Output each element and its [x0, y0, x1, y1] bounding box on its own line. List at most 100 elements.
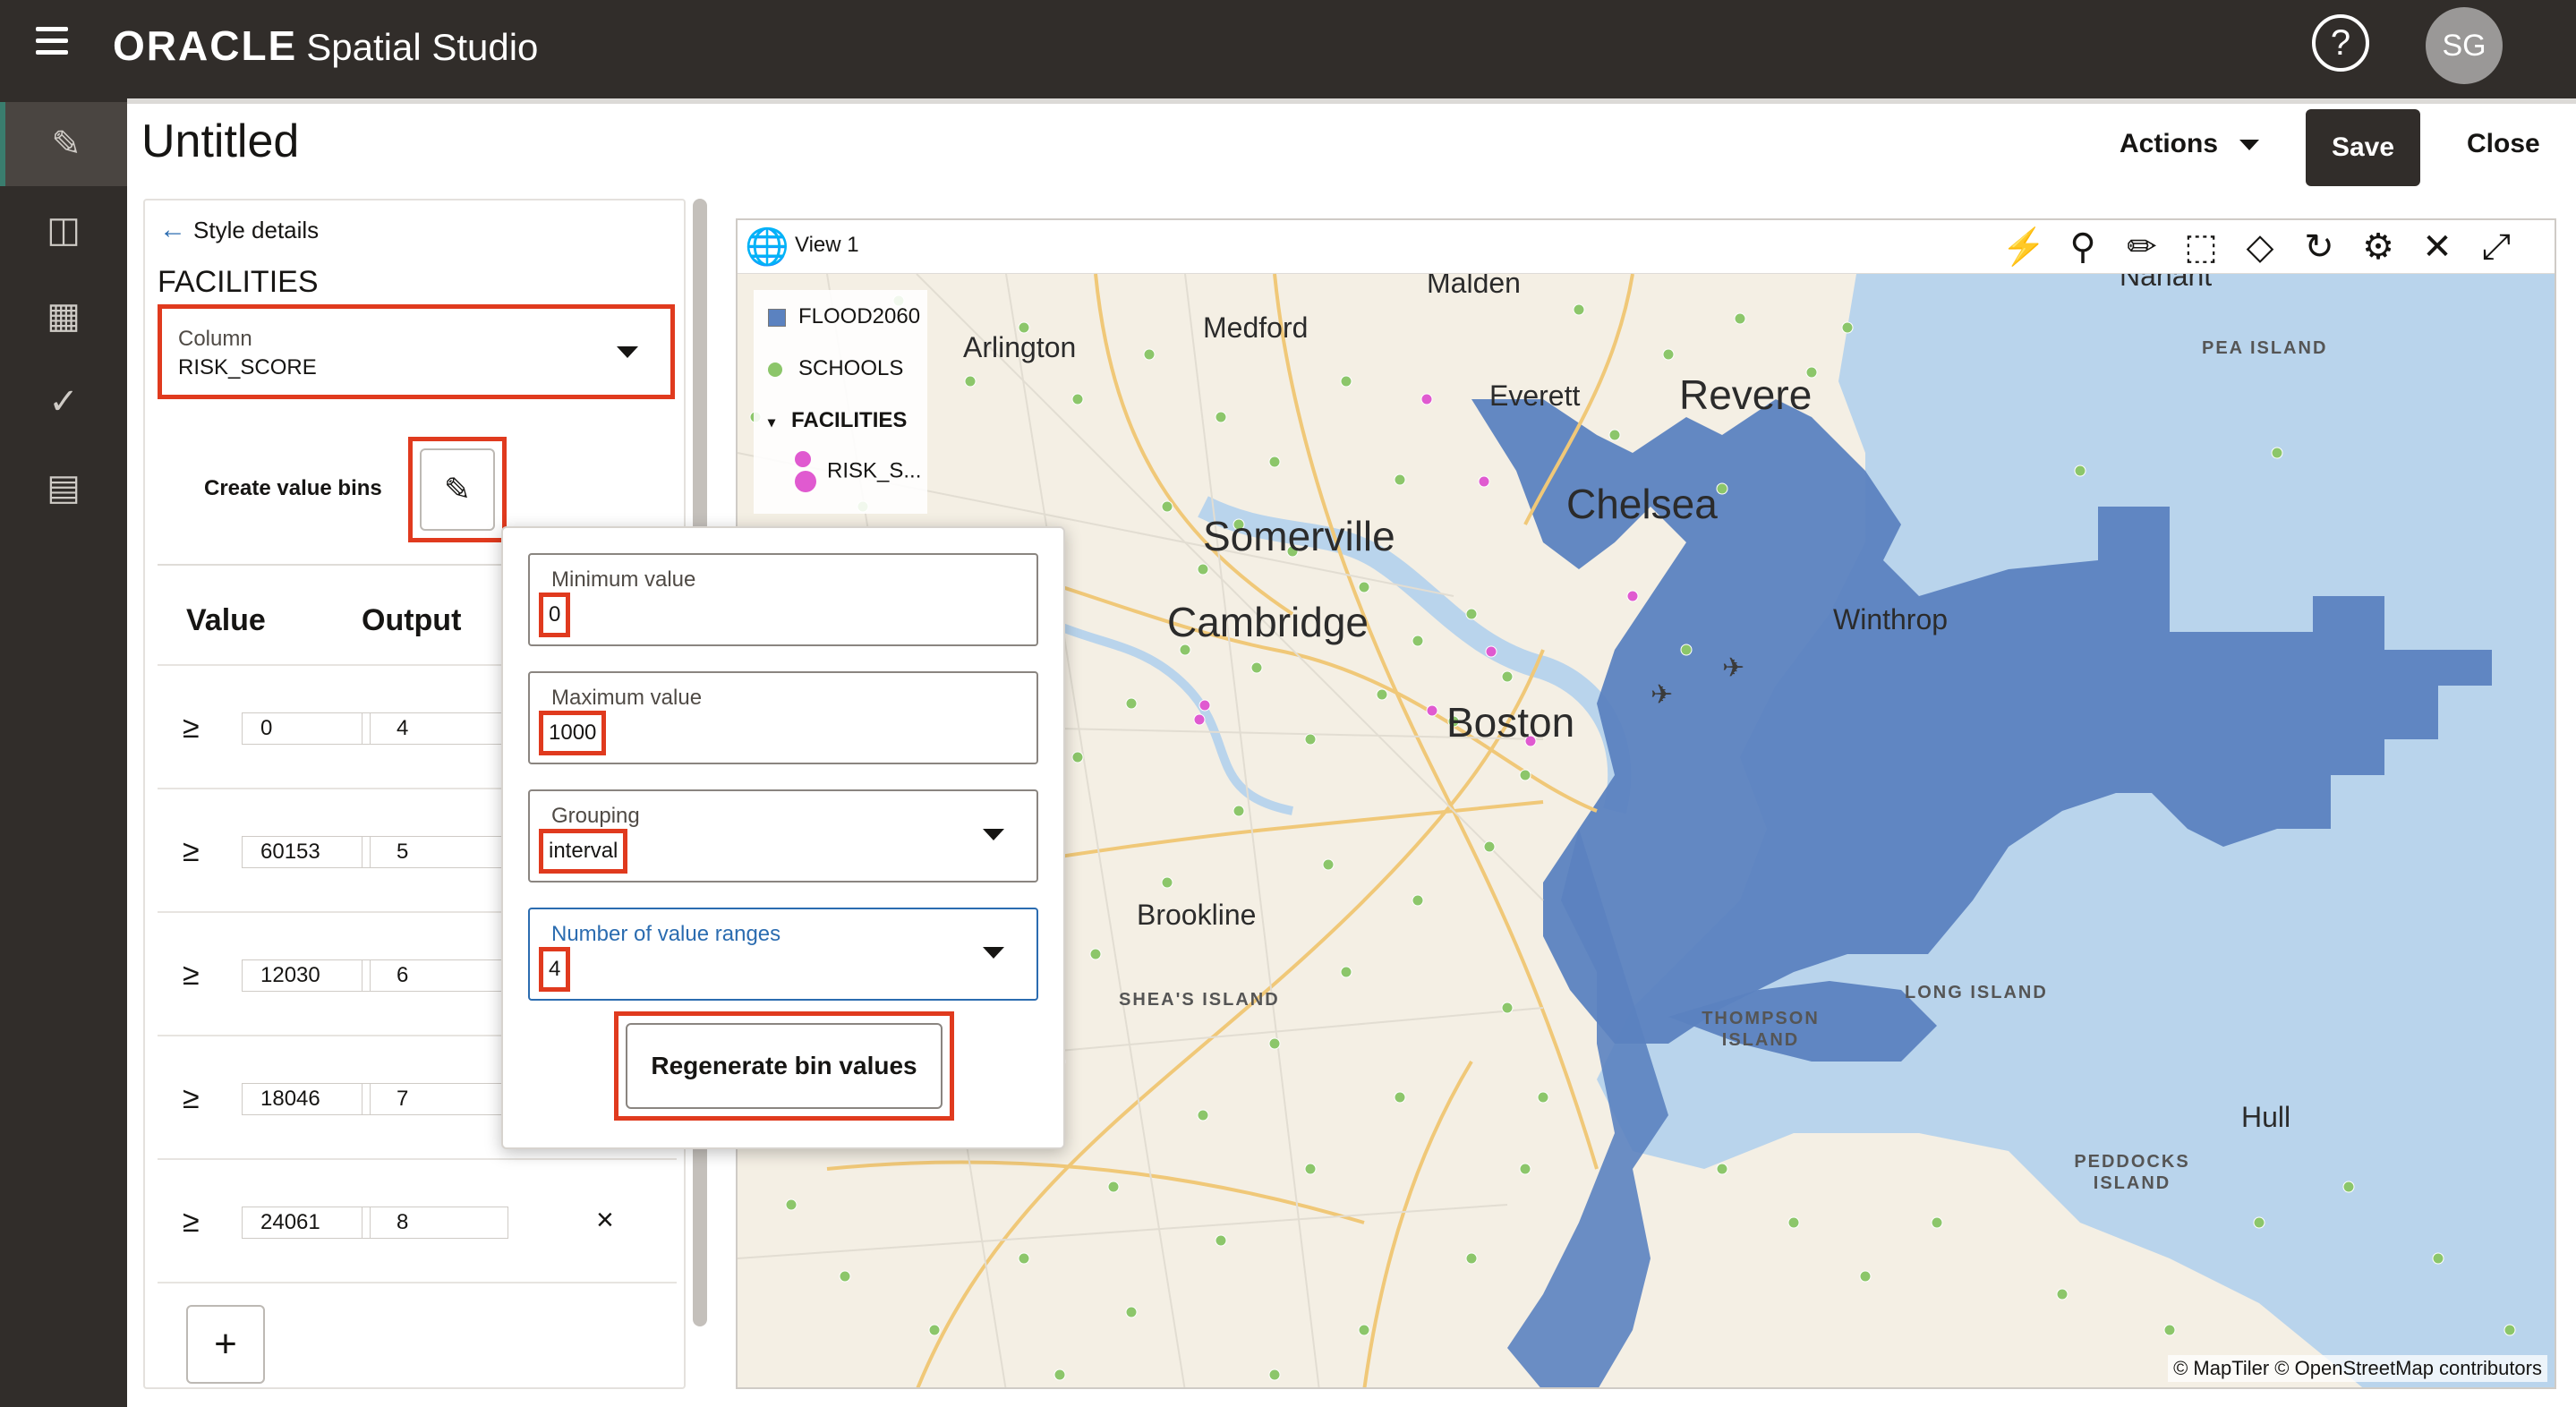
save-button[interactable]: Save: [2306, 109, 2420, 186]
map-label: Revere: [1679, 371, 1813, 418]
bin-operator: ≥: [183, 958, 200, 992]
column-value: RISK_SCORE: [178, 355, 317, 379]
pencil-icon: ✎: [443, 471, 472, 507]
eraser-icon[interactable]: ◇: [2236, 226, 2284, 269]
ranges-value: 4: [539, 947, 571, 992]
square-icon: [768, 308, 786, 327]
map-label: Winthrop: [1833, 603, 1949, 635]
map-label: Chelsea: [1566, 481, 1718, 527]
legend-item-facilities[interactable]: ▾ FACILITIES: [768, 408, 907, 433]
bin-output-input[interactable]: 6: [362, 959, 508, 992]
add-bin-button[interactable]: +: [186, 1305, 265, 1384]
map-label: Cambridge: [1167, 599, 1369, 645]
map-label: THOMPSON ISLAND: [1702, 1009, 1820, 1050]
graduated-circles-icon: [795, 451, 816, 492]
help-icon[interactable]: ?: [2312, 14, 2369, 72]
edit-bins-button[interactable]: ✎: [420, 448, 495, 531]
expand-icon[interactable]: ⤢: [2472, 226, 2521, 269]
measure-icon[interactable]: ✏: [2118, 226, 2166, 269]
number-of-ranges-select[interactable]: Number of value ranges 4: [528, 908, 1038, 1001]
bin-operator: ≥: [183, 834, 200, 868]
bin-output-input[interactable]: 7: [362, 1083, 508, 1115]
map-label: SHEA'S ISLAND: [1119, 990, 1280, 1010]
field-label: Minimum value: [551, 567, 696, 592]
bin-output-input[interactable]: 5: [362, 836, 508, 868]
map-label: Boston: [1446, 699, 1575, 746]
create-bins-label: Create value bins: [204, 476, 382, 500]
lightning-icon[interactable]: ⚡: [2000, 226, 2048, 269]
legend-item-risk[interactable]: RISK_S...: [795, 451, 921, 492]
bin-value-input[interactable]: 12030: [242, 959, 371, 992]
map-label: Somerville: [1203, 513, 1395, 559]
back-to-style-details[interactable]: ← Style details: [159, 215, 319, 245]
actions-menu[interactable]: Actions: [2120, 129, 2260, 159]
output-column-header: Output: [362, 603, 462, 637]
field-label: Number of value ranges: [551, 922, 781, 946]
chevron-down-icon: [2239, 140, 2260, 151]
grouping-select[interactable]: Grouping interval: [528, 789, 1038, 883]
bin-output-input[interactable]: 4: [362, 712, 508, 745]
search-icon[interactable]: ⚲: [2059, 226, 2107, 269]
globe-icon[interactable]: 🌐: [745, 227, 789, 267]
maximum-value-input[interactable]: 1000: [539, 711, 607, 755]
bin-operator: ≥: [183, 1205, 200, 1239]
chevron-down-icon: [983, 829, 1004, 840]
value-bins-popover: Minimum value 0 Maximum value 1000 Group…: [501, 526, 1065, 1149]
chevron-down-icon: [983, 947, 1004, 959]
dataset-icon[interactable]: ▤: [0, 446, 127, 530]
hamburger-menu-icon[interactable]: [36, 27, 68, 55]
legend-label: FLOOD2060: [798, 304, 921, 328]
map-label: Brookline: [1137, 899, 1257, 931]
plug-icon[interactable]: ✓: [0, 360, 127, 444]
map-attribution[interactable]: © MapTiler © OpenStreetMap contributors: [2168, 1355, 2547, 1382]
legend-label: FACILITIES: [791, 408, 908, 432]
oracle-logo: ORACLE: [113, 22, 298, 69]
legend-item-schools[interactable]: SCHOOLS: [768, 356, 903, 381]
bin-value-input[interactable]: 24061: [242, 1207, 371, 1239]
remove-bin-icon[interactable]: ×: [596, 1203, 614, 1238]
highlight-box: Regenerate bin values: [614, 1011, 954, 1121]
table-icon[interactable]: ▦: [0, 274, 127, 358]
layout-icon[interactable]: ◫: [0, 188, 127, 272]
svg-text:✈: ✈: [1722, 652, 1744, 684]
page-title[interactable]: Untitled: [141, 115, 299, 168]
bin-row: ≥ 24061 8 ×: [158, 1158, 677, 1283]
map-label: PEA ISLAND: [2202, 338, 2328, 358]
map-label: Medford: [1203, 311, 1309, 344]
bin-operator: ≥: [183, 711, 200, 745]
bin-operator: ≥: [183, 1081, 200, 1115]
map-label: Arlington: [963, 331, 1077, 363]
actions-label: Actions: [2120, 129, 2219, 158]
bin-output-input[interactable]: 8: [362, 1207, 508, 1239]
bin-value-input[interactable]: 18046: [242, 1083, 371, 1115]
refresh-icon[interactable]: ↻: [2295, 226, 2343, 269]
svg-text:✈: ✈: [1651, 679, 1673, 711]
column-select[interactable]: Column RISK_SCORE: [158, 304, 675, 399]
select-area-icon[interactable]: ⬚: [2177, 226, 2225, 269]
close-button[interactable]: Close: [2467, 129, 2540, 159]
maximum-value-field[interactable]: Maximum value 1000: [528, 671, 1038, 764]
highlight-box: ✎: [408, 437, 507, 542]
map-label: Everett: [1489, 379, 1581, 412]
back-label: Style details: [193, 217, 320, 243]
close-icon[interactable]: ✕: [2413, 226, 2461, 269]
arrow-left-icon: ←: [159, 215, 186, 244]
minimum-value-field[interactable]: Minimum value 0: [528, 553, 1038, 646]
field-label: Grouping: [551, 804, 640, 828]
bin-value-input[interactable]: 60153: [242, 836, 371, 868]
legend-item-flood[interactable]: FLOOD2060: [768, 304, 920, 329]
layer-name: FACILITIES: [158, 265, 319, 299]
map-legend: FLOOD2060 SCHOOLS ▾ FACILITIES RISK_S...: [754, 290, 927, 514]
legend-label: RISK_S...: [827, 458, 922, 483]
map-label: Hull: [2241, 1101, 2291, 1133]
chevron-down-icon: [617, 346, 638, 358]
view-title[interactable]: View 1: [795, 233, 859, 258]
bin-value-input[interactable]: 0: [242, 712, 371, 745]
regenerate-bin-values-button[interactable]: Regenerate bin values: [626, 1023, 943, 1109]
user-avatar[interactable]: SG: [2426, 7, 2503, 84]
project-editor-icon[interactable]: ✎: [0, 102, 127, 186]
gear-icon[interactable]: ⚙: [2354, 226, 2402, 269]
app-brand: ORACLE Spatial Studio: [113, 21, 538, 70]
product-name: Spatial Studio: [306, 26, 539, 68]
minimum-value-input[interactable]: 0: [539, 593, 571, 637]
